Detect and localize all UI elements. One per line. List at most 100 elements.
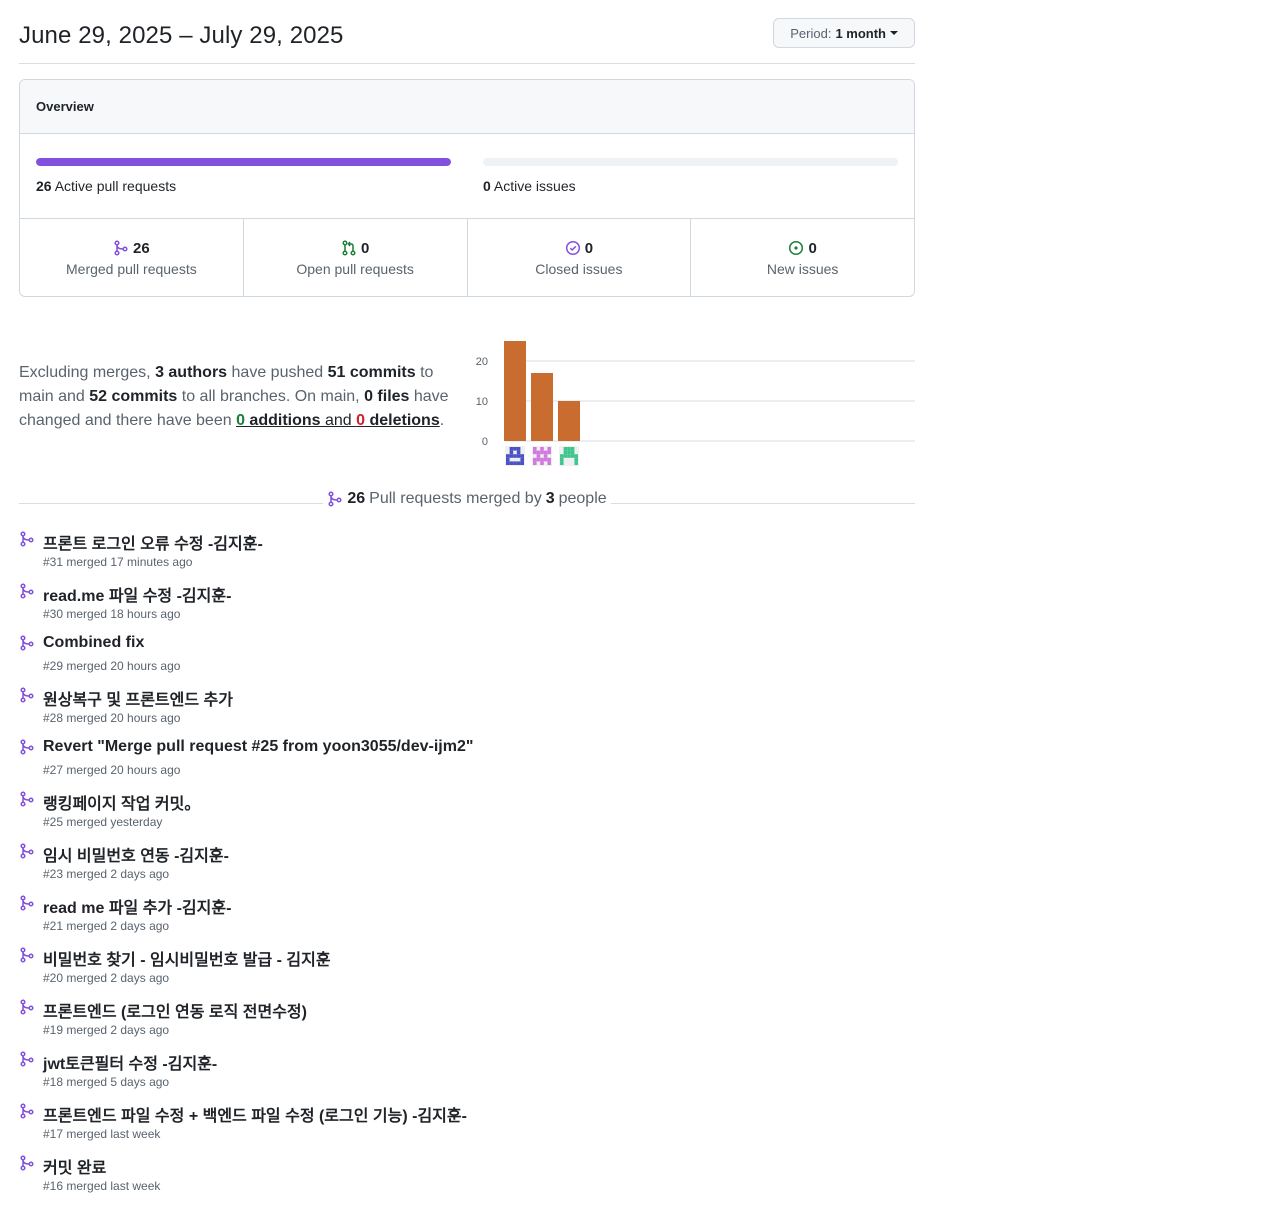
commits-by-author-chart: 0 10 20 [476, 341, 915, 466]
pull-request-item: 프론트 로그인 오류 수정 -김지훈- #31 merged 17 minutes… [19, 530, 915, 582]
pull-request-item: read.me 파일 수정 -김지훈- #30 merged 18 hours a… [19, 582, 915, 634]
stat-value: 0 [808, 239, 817, 257]
additions-count: 0 [236, 412, 245, 429]
stat-label: New issues [766, 261, 839, 277]
pull-request-item: 프론트엔드 (로그인 연동 로직 전면수정) #19 merged 2 days … [19, 998, 915, 1050]
authors-count: 3 authors [155, 364, 228, 381]
pull-request-item: 원상복구 및 프론트엔드 추가 #28 merged 20 hours ago [19, 686, 915, 738]
merged-pr-icon [20, 687, 34, 703]
pull-request-meta: #16 merged last week [43, 1179, 161, 1193]
pull-request-title-link[interactable]: Revert "Merge pull request #25 from yoon… [43, 738, 473, 756]
pull-request-title-link[interactable]: read me 파일 추가 -김지훈- [43, 894, 231, 918]
pull-request-item: 비밀번호 찾기 - 임시비밀번호 발급 - 김지훈 #20 merged 2 da… [19, 946, 915, 998]
merged-pr-icon [20, 791, 34, 807]
pull-request-title-link[interactable]: Combined fix [43, 634, 144, 652]
merged-pr-icon [20, 1051, 34, 1067]
active-issues-link[interactable]: 0 Active issues [483, 178, 576, 194]
pull-request-title-link[interactable]: 임시 비밀번호 연동 -김지훈- [43, 842, 229, 866]
commit-bar[interactable] [531, 373, 553, 441]
author-avatar[interactable] [559, 446, 579, 466]
pull-request-title-link[interactable]: 프론트엔드 파일 수정 + 백엔드 파일 수정 (로그인 기능) -김지훈- [43, 1102, 467, 1126]
summary-text: and [320, 412, 357, 429]
merged-pr-icon [20, 739, 34, 755]
merged-pr-icon [114, 240, 128, 256]
period-label: Period: [790, 25, 832, 41]
author-avatar[interactable] [532, 446, 552, 466]
pull-request-meta: #18 merged 5 days ago [43, 1075, 170, 1089]
stat-merged-pull-requests[interactable]: 26 Merged pull requests [20, 219, 244, 296]
merged-pull-request-list: 프론트 로그인 오류 수정 -김지훈- #31 merged 17 minutes… [19, 530, 915, 1206]
commit-bar[interactable] [558, 401, 580, 441]
people-count: 3 [545, 490, 555, 507]
overview-box: Overview 26 Active pull requests 0 Activ… [19, 79, 915, 297]
files-count: 0 files [364, 388, 410, 405]
pull-request-item: read me 파일 추가 -김지훈- #21 merged 2 days ago [19, 894, 915, 946]
pull-request-meta: #23 merged 2 days ago [43, 867, 170, 881]
merged-pr-icon [20, 1155, 34, 1171]
pull-request-title-link[interactable]: 비밀번호 찾기 - 임시비밀번호 발급 - 김지훈 [43, 946, 331, 970]
pull-request-meta: #29 merged 20 hours ago [43, 659, 181, 673]
pull-request-meta: #28 merged 20 hours ago [43, 711, 181, 725]
date-range-title: June 29, 2025 – July 29, 2025 [19, 22, 344, 49]
stat-new-issues[interactable]: 0 New issues [691, 219, 914, 296]
new-issue-icon [789, 240, 804, 256]
pulse-header: June 29, 2025 – July 29, 2025 Period: 1 … [19, 0, 915, 64]
pull-request-meta: #19 merged 2 days ago [43, 1023, 170, 1037]
pulse-page: June 29, 2025 – July 29, 2025 Period: 1 … [19, 0, 915, 1193]
pull-request-title-link[interactable]: 커밋 완료 [43, 1154, 106, 1178]
stat-open-pull-requests[interactable]: 0 Open pull requests [244, 219, 468, 296]
merged-pr-icon [20, 999, 34, 1015]
pull-request-title-link[interactable]: 프론트 로그인 오류 수정 -김지훈- [43, 530, 263, 554]
pull-request-meta: #17 merged last week [43, 1127, 161, 1141]
pull-request-meta: #27 merged 20 hours ago [43, 763, 181, 777]
pull-request-meta: #31 merged 17 minutes ago [43, 555, 193, 569]
pull-request-item: 랭킹페이지 작업 커밋。 #25 merged yesterday [19, 790, 915, 842]
pull-requests-progress-bar [36, 158, 451, 166]
summary-text: Excluding merges, [19, 364, 156, 381]
stat-label: Merged pull requests [66, 261, 197, 277]
active-pull-requests-label: Active pull requests [54, 178, 177, 194]
active-pull-requests-link[interactable]: 26 Active pull requests [36, 178, 176, 194]
heading-text: people [558, 490, 607, 507]
pull-request-item: 커밋 완료 #16 merged last week [19, 1154, 915, 1206]
merged-pr-icon [20, 895, 34, 911]
summary-text: . [439, 412, 445, 429]
summary-text: to all branches. On main, [177, 388, 365, 405]
commit-summary: Excluding merges, 3 authors have pushed … [19, 361, 469, 433]
pull-request-meta: #21 merged 2 days ago [43, 919, 170, 933]
commits-all-count: 52 commits [89, 388, 178, 405]
summary-text: have pushed [227, 364, 328, 381]
overview-title: Overview [20, 80, 914, 134]
overview-progress: 26 Active pull requests 0 Active issues [20, 134, 914, 219]
pull-request-item: 임시 비밀번호 연동 -김지훈- #23 merged 2 days ago [19, 842, 915, 894]
additions-label: additions [244, 412, 321, 429]
pull-request-item: 프론트엔드 파일 수정 + 백엔드 파일 수정 (로그인 기능) -김지훈- #1… [19, 1102, 915, 1154]
stat-closed-issues[interactable]: 0 Closed issues [468, 219, 692, 296]
stat-label: Closed issues [535, 261, 623, 277]
commit-bar[interactable] [504, 341, 526, 441]
author-avatar[interactable] [505, 446, 525, 466]
pull-request-item: Revert "Merge pull request #25 from yoon… [19, 738, 915, 790]
pull-request-title-link[interactable]: 원상복구 및 프론트엔드 추가 [43, 686, 233, 710]
issues-progress-bar [483, 158, 898, 166]
merged-pr-icon [20, 843, 34, 859]
commits-main-count: 51 commits [327, 364, 416, 381]
merged-count: 26 [347, 490, 366, 507]
active-issues-label: Active issues [493, 178, 576, 194]
pull-request-title-link[interactable]: read.me 파일 수정 -김지훈- [43, 582, 231, 606]
open-pr-icon [342, 240, 356, 256]
pull-request-meta: #30 merged 18 hours ago [43, 607, 181, 621]
active-pull-requests-count: 26 [36, 178, 52, 194]
pull-requests-progress-fill [36, 158, 451, 166]
pull-request-title-link[interactable]: 랭킹페이지 작업 커밋。 [43, 790, 200, 814]
pull-request-title-link[interactable]: 프론트엔드 (로그인 연동 로직 전면수정) [43, 998, 307, 1022]
pull-request-title-link[interactable]: jwt토큰필터 수정 -김지훈- [43, 1050, 217, 1074]
merged-pr-icon [20, 583, 34, 599]
y-tick-label: 10 [476, 396, 488, 408]
deletions-label: deletions [365, 412, 440, 429]
period-dropdown-button[interactable]: Period: 1 month [773, 18, 915, 48]
additions-deletions-link[interactable]: 0 additions and 0 deletions [236, 412, 440, 429]
merged-pr-icon [20, 1103, 34, 1119]
merged-pull-requests-heading: 26 Pull requests merged by 3 people [19, 490, 915, 512]
merged-pr-icon [20, 531, 34, 547]
